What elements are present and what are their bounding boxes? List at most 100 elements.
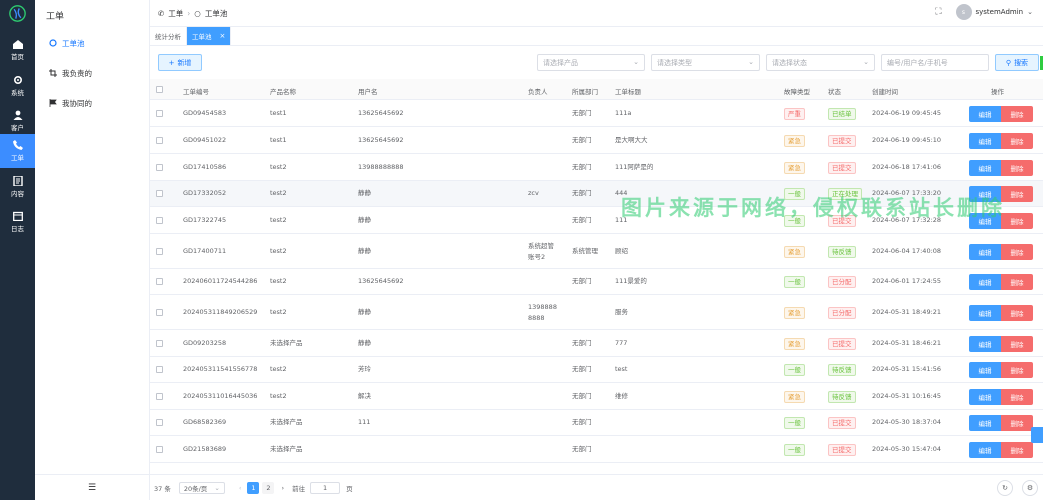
product-select[interactable]: 请选择产品 ⌄ bbox=[537, 54, 645, 71]
row-checkbox[interactable] bbox=[156, 366, 163, 373]
sidebar-item-mine[interactable]: 我负责的 bbox=[48, 66, 92, 80]
cell-time: 2024-06-19 09:45:10 bbox=[872, 136, 942, 144]
table-row: GD09454583 test1 13625645692 无部门 111a 严重 已结单 20… bbox=[150, 100, 1043, 127]
col-title: 工单标题 bbox=[615, 88, 641, 96]
delete-button[interactable]: 删除 bbox=[1001, 336, 1033, 352]
row-actions: 编辑 删除 bbox=[969, 305, 1033, 321]
rail-item-5[interactable]: 日志 bbox=[0, 205, 35, 239]
fullscreen-icon[interactable]: ⛶ bbox=[935, 7, 941, 17]
type-select[interactable]: 请选择类型 ⌄ bbox=[651, 54, 760, 71]
edit-button[interactable]: 编辑 bbox=[969, 305, 1001, 321]
fault-tag: 一般 bbox=[784, 444, 805, 456]
row-checkbox[interactable] bbox=[156, 278, 163, 285]
cell-title: test bbox=[615, 365, 628, 373]
refresh-icon[interactable]: ↻ bbox=[997, 480, 1013, 496]
row-checkbox[interactable] bbox=[156, 137, 163, 144]
cell-dept: 无部门 bbox=[572, 365, 592, 373]
delete-button[interactable]: 删除 bbox=[1001, 244, 1033, 260]
fault-tag: 紧急 bbox=[784, 135, 805, 147]
col-id: 工单编号 bbox=[183, 88, 209, 96]
keyword-input[interactable]: 编号/用户名/手机号 bbox=[881, 54, 989, 71]
goto-page-input[interactable]: 1 bbox=[310, 482, 341, 494]
close-icon[interactable]: × bbox=[220, 32, 226, 40]
cell-product: 未选择产品 bbox=[270, 418, 303, 426]
status-badge: 已提交 bbox=[828, 338, 856, 350]
tab-pool[interactable]: 工单池 × bbox=[187, 27, 232, 45]
search-button[interactable]: ⚲ 搜索 bbox=[995, 54, 1039, 71]
cell-user: 静静 bbox=[358, 216, 371, 224]
edit-button[interactable]: 编辑 bbox=[969, 106, 1001, 122]
row-checkbox[interactable] bbox=[156, 446, 163, 453]
cell-id: GD09454583 bbox=[183, 109, 227, 117]
edit-button[interactable]: 编辑 bbox=[969, 274, 1001, 290]
edit-button[interactable]: 编辑 bbox=[969, 336, 1001, 352]
cell-time: 2024-05-31 18:46:21 bbox=[872, 339, 942, 347]
rail-item-0[interactable]: 首页 bbox=[0, 34, 35, 68]
delete-button[interactable]: 删除 bbox=[1001, 442, 1033, 458]
prev-page-button[interactable]: ‹ bbox=[239, 484, 242, 492]
cell-title: 顾绍 bbox=[615, 247, 628, 255]
rail-item-2[interactable]: 客户 bbox=[0, 104, 35, 138]
row-checkbox[interactable] bbox=[156, 248, 163, 255]
pager: 37 条 20条/页 ⌄ ‹ 1 2 › 前往 1 页 bbox=[154, 482, 353, 494]
delete-button[interactable]: 删除 bbox=[1001, 389, 1033, 405]
row-checkbox[interactable] bbox=[156, 190, 163, 197]
edit-button[interactable]: 编辑 bbox=[969, 133, 1001, 149]
delete-button[interactable]: 删除 bbox=[1001, 362, 1033, 378]
sidebar-item-pool[interactable]: 工单池 bbox=[48, 36, 85, 50]
tab-stats[interactable]: 统计分析 bbox=[150, 27, 187, 45]
cell-dept: 无部门 bbox=[572, 445, 592, 453]
col-fault: 故障类型 bbox=[784, 88, 810, 96]
rail-item-1[interactable]: 系统 bbox=[0, 69, 35, 103]
app-logo-icon bbox=[9, 5, 26, 22]
edit-button[interactable]: 编辑 bbox=[969, 415, 1001, 431]
edit-button[interactable]: 编辑 bbox=[969, 362, 1001, 378]
fault-tag: 紧急 bbox=[784, 391, 805, 403]
avatar[interactable]: s bbox=[955, 4, 972, 20]
breadcrumb-parent[interactable]: 工单 bbox=[168, 8, 183, 19]
delete-button[interactable]: 删除 bbox=[1001, 160, 1033, 176]
select-all-checkbox[interactable] bbox=[156, 86, 163, 93]
gear-icon bbox=[0, 75, 35, 85]
status-select[interactable]: 请选择状态 ⌄ bbox=[766, 54, 875, 71]
page-1[interactable]: 1 bbox=[247, 482, 260, 494]
delete-button[interactable]: 删除 bbox=[1001, 274, 1033, 290]
cell-time: 2024-05-31 15:41:56 bbox=[872, 365, 942, 373]
delete-button[interactable]: 删除 bbox=[1001, 106, 1033, 122]
sidebar-item-collab[interactable]: 我协同的 bbox=[48, 96, 92, 110]
delete-button[interactable]: 删除 bbox=[1001, 186, 1033, 202]
user-name[interactable]: systemAdmin bbox=[976, 8, 1024, 16]
menu-collapse-icon[interactable]: ☰ bbox=[88, 483, 96, 493]
page-size-label: 20条/页 bbox=[183, 485, 208, 493]
delete-button[interactable]: 删除 bbox=[1001, 305, 1033, 321]
delete-button[interactable]: 删除 bbox=[1001, 213, 1033, 229]
cell-dept: 无部门 bbox=[572, 109, 592, 117]
col-time: 创建时间 bbox=[872, 88, 898, 96]
chevron-down-icon[interactable]: ⌄ bbox=[1027, 8, 1033, 16]
delete-button[interactable]: 删除 bbox=[1001, 415, 1033, 431]
row-checkbox[interactable] bbox=[156, 110, 163, 117]
rail-item-4[interactable]: 内容 bbox=[0, 170, 35, 204]
edit-button[interactable]: 编辑 bbox=[969, 244, 1001, 260]
row-actions: 编辑 删除 bbox=[969, 336, 1033, 352]
edit-button[interactable]: 编辑 bbox=[969, 160, 1001, 176]
row-checkbox[interactable] bbox=[156, 164, 163, 171]
status-badge: 已提交 bbox=[828, 135, 856, 147]
settings-icon[interactable]: ⚙ bbox=[1022, 480, 1038, 496]
row-checkbox[interactable] bbox=[156, 309, 163, 316]
row-checkbox[interactable] bbox=[156, 217, 163, 224]
row-checkbox[interactable] bbox=[156, 393, 163, 400]
delete-button[interactable]: 删除 bbox=[1001, 133, 1033, 149]
next-page-button[interactable]: › bbox=[281, 484, 284, 492]
row-checkbox[interactable] bbox=[156, 340, 163, 347]
row-checkbox[interactable] bbox=[156, 419, 163, 426]
cell-id: GD09203258 bbox=[183, 339, 227, 347]
page-2[interactable]: 2 bbox=[262, 482, 275, 494]
add-button[interactable]: + 新增 bbox=[158, 54, 202, 71]
rail-item-3[interactable]: 工单 bbox=[0, 134, 35, 168]
edit-button[interactable]: 编辑 bbox=[969, 442, 1001, 458]
main-area: ✆ 工单 › ○ 工单池 ⛶ s systemAdmin ⌄ 统计分析 工单池 ×… bbox=[150, 0, 1043, 500]
float-tool-button[interactable] bbox=[1031, 427, 1043, 443]
edit-button[interactable]: 编辑 bbox=[969, 389, 1001, 405]
page-size-select[interactable]: 20条/页 ⌄ bbox=[178, 482, 225, 494]
